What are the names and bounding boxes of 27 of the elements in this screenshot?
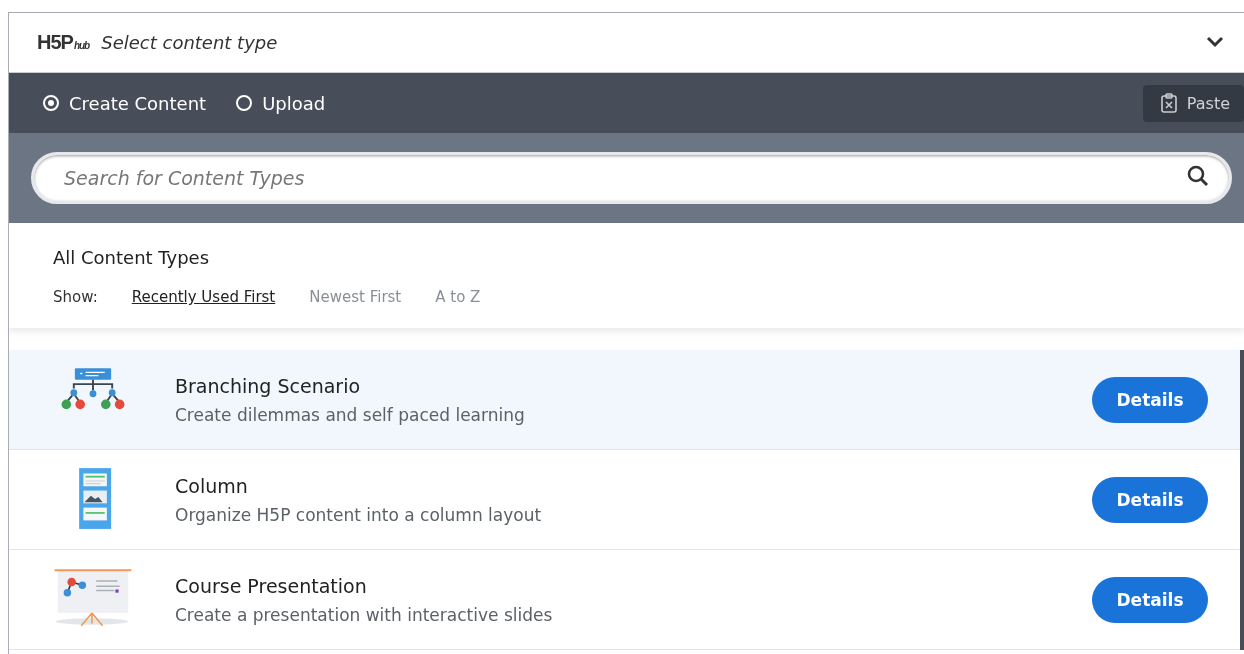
details-button[interactable]: Details: [1092, 476, 1208, 523]
chevron-icon[interactable]: [1206, 36, 1224, 48]
details-button[interactable]: Details: [1092, 376, 1208, 423]
search-icon[interactable]: [1187, 165, 1209, 187]
sort-link[interactable]: Recently Used First: [131, 288, 276, 306]
content-type-title: Branching Scenario: [175, 374, 362, 397]
clipboard-icon: [1158, 92, 1179, 114]
logo: H5P: [37, 31, 73, 54]
content-type-title: Column: [175, 474, 249, 497]
content-type-title: Course Presentation: [175, 574, 368, 597]
section-title: All Content Types: [53, 247, 211, 268]
radio-icon[interactable]: [236, 95, 253, 111]
details-button[interactable]: Details: [1092, 576, 1208, 623]
content-type-summary: Create dilemmas and self paced learning: [175, 404, 526, 425]
list-row[interactable]: Course Presentation Create a presentation with interactive slides Details: [9, 550, 1240, 650]
content-type-summary: Organize H5P content into a column layout: [175, 504, 543, 525]
radio-option[interactable]: Upload: [236, 92, 326, 114]
list-row[interactable]: Column Organize H5P content into a column layout Details: [9, 450, 1240, 550]
list-row[interactable]: Branching Scenario Create dilemmas and self paced learning Details: [9, 350, 1240, 450]
radio-option[interactable]: Create Content: [43, 92, 207, 114]
panel-title: Select content type: [101, 32, 279, 53]
sort-label: Show:: [53, 288, 98, 306]
radio-icon[interactable]: [43, 95, 59, 111]
search-field[interactable]: Search for Content Types: [31, 152, 1232, 204]
paste-button[interactable]: Paste: [1142, 84, 1244, 122]
content-type-summary: Create a presentation with interactive slides: [175, 604, 554, 625]
logo-subtitle: hub: [73, 40, 90, 51]
